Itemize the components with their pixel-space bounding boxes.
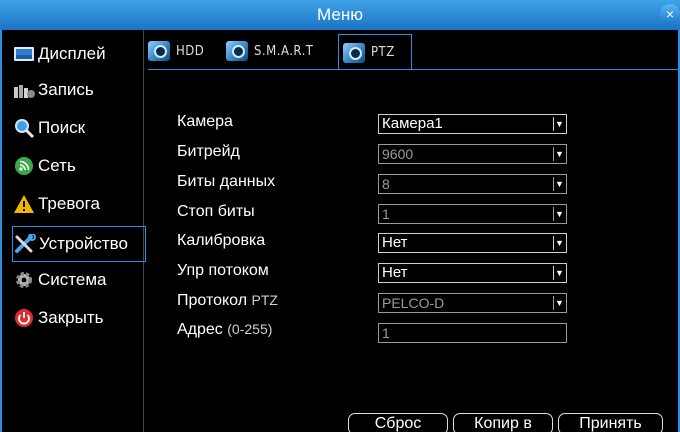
address-input[interactable]: 1 xyxy=(378,323,567,343)
window-title: Меню xyxy=(317,5,363,24)
chevron-down-icon[interactable]: ▼ xyxy=(553,147,565,161)
chevron-down-icon[interactable]: ▼ xyxy=(553,207,565,221)
tab-label: PTZ xyxy=(371,45,395,60)
sidebar-item-label: Система xyxy=(38,270,107,289)
copy-to-button[interactable]: Копир в xyxy=(453,413,553,432)
calibration-label: Калибровка xyxy=(177,232,266,249)
chevron-down-icon[interactable]: ▼ xyxy=(553,236,565,250)
camera-value: Камера1 xyxy=(382,115,443,132)
address-label-suffix: (0-255) xyxy=(227,321,273,337)
address-label: Адрес (0-255) xyxy=(177,321,272,339)
close-button[interactable]: × xyxy=(660,4,680,24)
address-label-text: Адрес xyxy=(177,321,223,338)
sidebar-item-network[interactable]: Сеть xyxy=(12,148,146,184)
close-icon: × xyxy=(665,6,675,22)
calibration-value: Нет xyxy=(382,234,408,251)
sidebar-item-label: Дисплей xyxy=(38,44,106,63)
sidebar-item-record[interactable]: Запись xyxy=(12,72,146,108)
flow-control-value: Нет xyxy=(382,264,408,281)
network-icon xyxy=(12,155,36,177)
tab-label: HDD xyxy=(176,43,205,59)
protocol-select[interactable]: PELCO-D ▼ xyxy=(378,293,567,313)
reset-button[interactable]: Сброс xyxy=(348,413,448,432)
sidebar-item-label: Устройство xyxy=(39,234,128,253)
sidebar-item-label: Тревога xyxy=(38,194,100,213)
sidebar-item-label: Поиск xyxy=(38,118,86,137)
ptz-icon xyxy=(343,42,365,63)
display-icon xyxy=(12,43,36,65)
gear-icon xyxy=(12,269,36,291)
stop-bits-select[interactable]: 1 ▼ xyxy=(378,204,567,224)
chevron-down-icon[interactable]: ▼ xyxy=(553,117,565,131)
data-bits-select[interactable]: 8 ▼ xyxy=(378,174,567,194)
bitrate-select[interactable]: 9600 ▼ xyxy=(378,144,567,164)
tab-ptz[interactable]: PTZ xyxy=(338,34,412,70)
smart-icon xyxy=(226,41,248,61)
sidebar-item-device[interactable]: Устройство xyxy=(12,226,146,262)
record-icon xyxy=(12,79,36,101)
chevron-down-icon[interactable]: ▼ xyxy=(553,266,565,280)
sidebar-item-label: Закрыть xyxy=(38,308,104,327)
sidebar-item-label: Запись xyxy=(38,80,94,99)
protocol-label-text: Протокол xyxy=(177,292,248,309)
hdd-icon xyxy=(148,41,170,61)
tools-icon xyxy=(13,233,37,255)
bitrate-value: 9600 xyxy=(382,146,414,162)
tab-label: S.M.A.R.T xyxy=(254,43,314,59)
stop-bits-label: Стоп биты xyxy=(177,203,255,220)
bitrate-label: Битрейд xyxy=(177,143,240,160)
apply-button[interactable]: Принять xyxy=(558,413,663,432)
flow-control-label: Упр потоком xyxy=(177,262,269,279)
sidebar-item-label: Сеть xyxy=(38,156,76,175)
alarm-icon xyxy=(12,193,36,215)
camera-select[interactable]: Камера1 ▼ xyxy=(378,114,567,134)
camera-label: Камера xyxy=(177,113,233,130)
flow-control-select[interactable]: Нет ▼ xyxy=(378,263,567,283)
frame-border-left xyxy=(0,30,2,432)
sidebar-item-close[interactable]: Закрыть xyxy=(12,300,146,336)
window-titlebar: Меню × xyxy=(0,0,680,30)
data-bits-value: 8 xyxy=(382,176,390,192)
search-icon xyxy=(12,117,36,139)
sidebar-item-search[interactable]: Поиск xyxy=(12,110,146,146)
protocol-label: Протокол PTZ xyxy=(177,292,278,310)
sidebar-item-alarm[interactable]: Тревога xyxy=(12,186,146,222)
calibration-select[interactable]: Нет ▼ xyxy=(378,233,567,253)
sidebar-item-display[interactable]: Дисплей xyxy=(12,36,146,72)
protocol-label-suffix: PTZ xyxy=(251,292,278,308)
tab-hdd[interactable]: HDD xyxy=(148,34,204,68)
chevron-down-icon[interactable]: ▼ xyxy=(553,177,565,191)
protocol-value: PELCO-D xyxy=(382,295,445,311)
data-bits-label: Биты данных xyxy=(177,173,276,190)
stop-bits-value: 1 xyxy=(382,206,390,222)
address-value: 1 xyxy=(382,325,390,341)
tab-smart[interactable]: S.M.A.R.T xyxy=(226,34,313,68)
chevron-down-icon[interactable]: ▼ xyxy=(553,296,565,310)
tab-underline xyxy=(148,69,678,70)
sidebar-item-system[interactable]: Система xyxy=(12,262,146,298)
power-icon xyxy=(12,307,36,329)
